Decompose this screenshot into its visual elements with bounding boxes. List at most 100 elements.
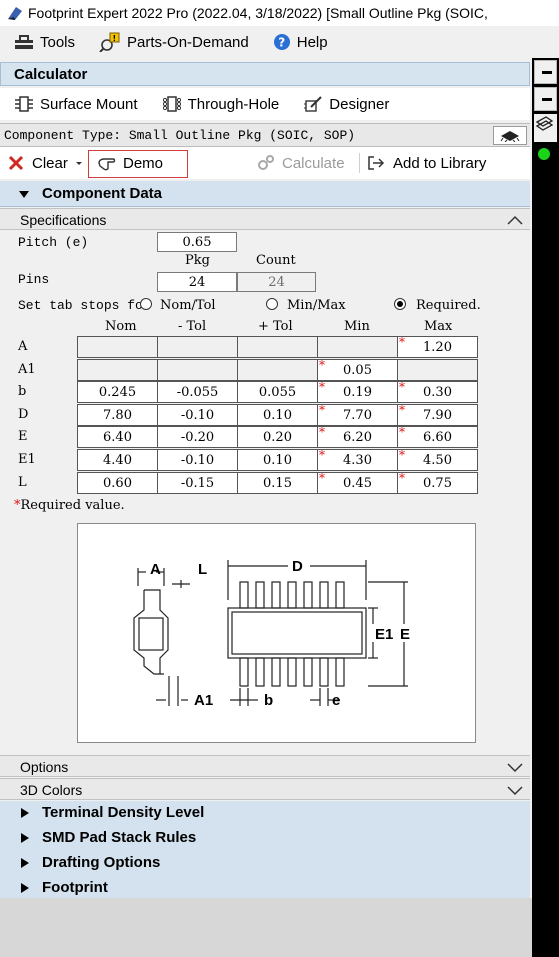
cell-a1-nom[interactable]	[77, 359, 158, 381]
specifications-header[interactable]: Specifications	[0, 208, 530, 230]
section-terminal-density-label: Terminal Density Level	[42, 804, 205, 821]
cell-a1-minus-tol[interactable]	[157, 359, 238, 381]
cell-b-nom[interactable]: 0.245	[77, 381, 158, 403]
radio-min-max[interactable]	[266, 298, 278, 310]
radio-nom-tol[interactable]	[140, 298, 152, 310]
required-note-text: Required value.	[20, 498, 125, 513]
cell-a-minus-tol[interactable]	[157, 336, 238, 358]
parts-on-demand-icon: !	[99, 32, 120, 52]
collapsed-sections-panel: Terminal Density Level SMD Pad Stack Rul…	[0, 801, 530, 898]
col-header-plus-tol: + Tol	[258, 319, 293, 334]
cell-e-nom[interactable]: 6.40	[77, 426, 158, 448]
cell-b-minus-tol[interactable]: -0.055	[157, 381, 238, 403]
component-data-header[interactable]: Component Data	[0, 181, 530, 207]
cell-value: 0.05	[343, 363, 372, 378]
cell-l-max[interactable]: * 0.75	[397, 471, 478, 494]
chevron-down-icon[interactable]	[506, 761, 524, 773]
cell-e1-minus-tol[interactable]: -0.10	[157, 449, 238, 471]
tab-through-hole[interactable]: Through-Hole	[162, 95, 279, 113]
chevron-down-icon[interactable]	[506, 784, 524, 796]
colors-3d-title: 3D Colors	[20, 782, 83, 798]
clear-button[interactable]: Clear	[8, 152, 84, 174]
cell-l-plus-tol[interactable]: 0.15	[237, 472, 318, 494]
cell-a1-plus-tol[interactable]	[237, 359, 318, 381]
clear-x-icon	[8, 155, 24, 171]
cell-b-max[interactable]: * 0.30	[397, 380, 478, 403]
collapse-button-2[interactable]	[534, 87, 557, 111]
cell-d-max[interactable]: * 7.90	[397, 403, 478, 426]
cell-value: 7.80	[103, 408, 132, 423]
chevron-up-icon[interactable]	[506, 214, 524, 226]
label-a: A	[150, 561, 161, 578]
label-e1: E1	[375, 626, 393, 643]
tabstops-label: Set tab stops fo	[18, 298, 143, 313]
app-logo-icon	[8, 7, 22, 20]
calculate-label: Calculate	[282, 154, 345, 172]
cell-l-nom[interactable]: 0.60	[77, 472, 158, 494]
cell-a1-max[interactable]	[397, 359, 478, 381]
pins-pkg-input[interactable]: 24	[157, 272, 237, 292]
radio-required[interactable]	[394, 298, 406, 310]
options-header[interactable]: Options	[0, 755, 530, 777]
section-drafting-options[interactable]: Drafting Options	[20, 854, 160, 871]
expand-triangle-icon	[21, 857, 29, 868]
calculate-button[interactable]: Calculate	[257, 152, 345, 174]
surface-mount-icon	[15, 96, 33, 112]
cell-d-minus-tol[interactable]: -0.10	[157, 404, 238, 426]
required-note: *Required value.	[14, 498, 125, 513]
add-to-library-button[interactable]: Add to Library	[367, 152, 486, 174]
label-a1: A1	[194, 692, 213, 709]
cell-value: 0.75	[423, 476, 452, 491]
cell-e-min[interactable]: * 6.20	[317, 425, 398, 448]
required-marker: *	[319, 448, 325, 462]
chip-tool-button[interactable]	[534, 114, 557, 142]
cell-b-plus-tol[interactable]: 0.055	[237, 381, 318, 403]
cell-e1-plus-tol[interactable]: 0.10	[237, 449, 318, 471]
colors-3d-header[interactable]: 3D Colors	[0, 778, 530, 800]
cell-a-plus-tol[interactable]	[237, 336, 318, 358]
dropdown-arrow-icon[interactable]	[74, 158, 84, 168]
section-terminal-density[interactable]: Terminal Density Level	[20, 804, 204, 821]
cell-e1-max[interactable]: * 4.50	[397, 448, 478, 471]
cell-value: 0.10	[263, 453, 292, 468]
cell-e1-nom[interactable]: 4.40	[77, 449, 158, 471]
label-e-pitch: e	[332, 692, 340, 709]
collapse-button[interactable]	[534, 60, 557, 84]
col-header-nom: Nom	[105, 319, 137, 334]
cell-e-max[interactable]: * 6.60	[397, 425, 478, 448]
cell-l-min[interactable]: * 0.45	[317, 471, 398, 494]
cell-a-nom[interactable]	[77, 336, 158, 358]
gears-icon	[258, 155, 274, 170]
cell-d-min[interactable]: * 7.70	[317, 403, 398, 426]
menu-parts-on-demand[interactable]: ! Parts-On-Demand	[99, 32, 249, 52]
collapse-triangle-icon	[19, 191, 29, 198]
window-title: Footprint Expert 2022 Pro (2022.04, 3/18…	[28, 5, 488, 21]
cell-a-min[interactable]	[317, 336, 398, 358]
package-icon	[500, 130, 520, 142]
cell-value: 0.30	[423, 385, 452, 400]
cell-e-minus-tol[interactable]: -0.20	[157, 426, 238, 448]
menu-tools[interactable]: Tools	[14, 34, 75, 51]
cell-l-minus-tol[interactable]: -0.15	[157, 472, 238, 494]
tab-surface-mount[interactable]: Surface Mount	[14, 95, 138, 113]
cell-a1-min[interactable]: * 0.05	[317, 358, 398, 381]
cell-d-plus-tol[interactable]: 0.10	[237, 404, 318, 426]
cell-a-max[interactable]: * 1.20	[397, 335, 478, 358]
section-footprint-label: Footprint	[42, 879, 108, 896]
cell-d-nom[interactable]: 7.80	[77, 404, 158, 426]
section-footprint[interactable]: Footprint	[20, 879, 108, 896]
cell-value: 1.20	[423, 340, 452, 355]
cell-value: 0.60	[103, 476, 132, 491]
cell-e1-min[interactable]: * 4.30	[317, 448, 398, 471]
pitch-input[interactable]: 0.65	[157, 232, 237, 252]
package-select-button[interactable]	[493, 126, 527, 145]
demo-button[interactable]: Demo	[98, 152, 163, 174]
cell-b-min[interactable]: * 0.19	[317, 380, 398, 403]
cell-value: 4.30	[343, 453, 372, 468]
cell-e-plus-tol[interactable]: 0.20	[237, 426, 318, 448]
section-smd-pad-stack[interactable]: SMD Pad Stack Rules	[20, 829, 196, 846]
empty-panel-area	[0, 898, 532, 957]
menu-help[interactable]: ? Help	[273, 33, 328, 51]
required-marker: *	[399, 380, 405, 394]
tab-designer[interactable]: Designer	[303, 95, 389, 113]
